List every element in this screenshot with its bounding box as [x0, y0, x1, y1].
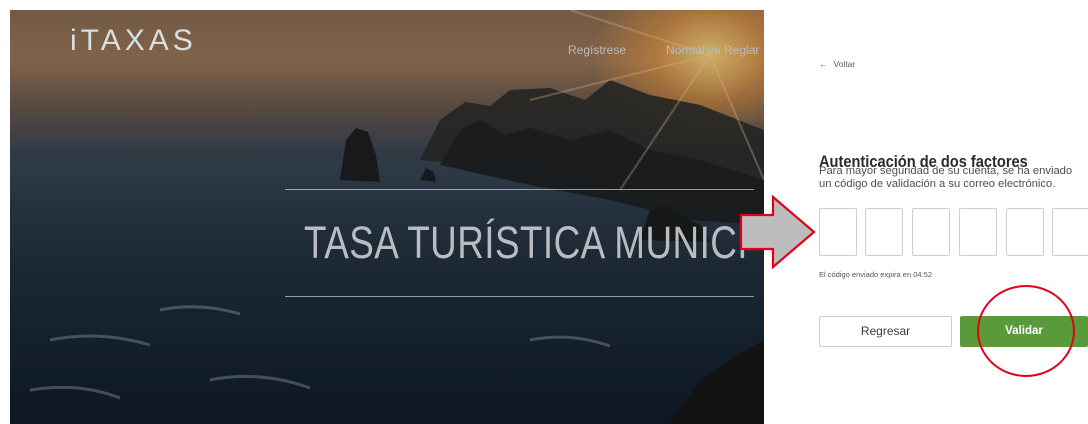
nav-link-normativa[interactable]: Normativa Reglar — [666, 43, 759, 57]
back-button[interactable]: Regresar — [819, 316, 952, 347]
auth-description: Para mayor seguridad de su cuenta, se ha… — [819, 165, 1088, 191]
back-link[interactable]: ← Voltar — [819, 59, 855, 69]
code-expiry-text: El código enviado expira en 04:52 — [819, 270, 932, 279]
auth-description-line-2: un código de validación a su correo elec… — [819, 178, 1056, 190]
hero-title: TASA TURÍSTICA MUNICI — [304, 217, 748, 268]
site-logo[interactable]: iTAXAS — [70, 24, 197, 58]
divider-bottom — [285, 296, 754, 297]
code-digit-5[interactable] — [1006, 208, 1044, 256]
annotation-circle — [977, 285, 1075, 377]
code-digit-4[interactable] — [959, 208, 997, 256]
back-link-label: Voltar — [833, 59, 856, 69]
code-digit-6[interactable] — [1052, 208, 1088, 256]
divider-top — [285, 189, 754, 190]
arrow-left-icon: ← — [819, 59, 828, 69]
code-digit-2[interactable] — [865, 208, 903, 256]
code-digit-1[interactable] — [819, 208, 857, 256]
auth-description-line-1: Para mayor seguridad de su cuenta, se ha… — [819, 165, 1073, 177]
nav-link-register[interactable]: Regístrese — [568, 43, 626, 57]
arrow-right-icon — [739, 194, 816, 270]
code-digit-3[interactable] — [912, 208, 950, 256]
